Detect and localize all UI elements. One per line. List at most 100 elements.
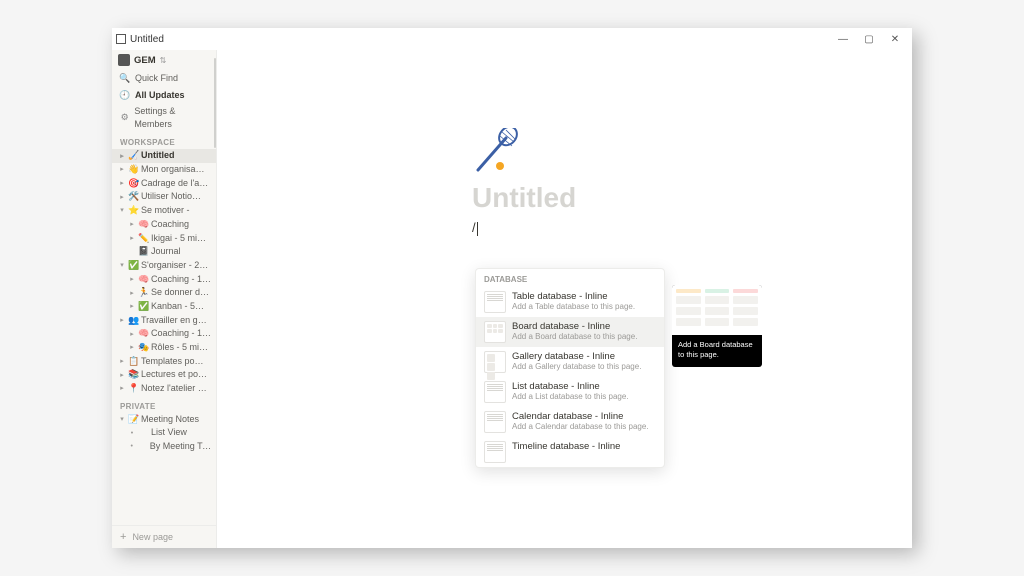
- maximize-button[interactable]: ▢: [856, 34, 882, 45]
- section-private: PRIVATE: [112, 396, 216, 413]
- titlebar: Untitled — ▢ ✕: [112, 28, 912, 50]
- menu-item-thumb: [484, 441, 506, 463]
- disclosure-triangle-icon[interactable]: ▸: [128, 234, 136, 243]
- sidebar-page-item[interactable]: ▾⭐Se motiver -: [112, 204, 216, 218]
- page-emoji-icon: 📓: [138, 246, 149, 258]
- sidebar-page-item[interactable]: 📓Journal: [112, 245, 216, 259]
- page-emoji-icon: ⭐: [128, 205, 139, 217]
- page-emoji-icon: 🧠: [138, 328, 149, 340]
- disclosure-triangle-icon[interactable]: ▸: [128, 330, 136, 339]
- new-page-button[interactable]: + New page: [112, 525, 216, 548]
- settings-members[interactable]: ⚙ Settings & Members: [112, 103, 216, 132]
- page-icon-lacrosse[interactable]: [472, 128, 520, 176]
- disclosure-triangle-icon[interactable]: ▸: [128, 302, 136, 311]
- preview-tooltip-text: Add a Board database to this page.: [672, 335, 762, 367]
- slash-menu-item[interactable]: Calendar database - InlineAdd a Calendar…: [476, 407, 664, 437]
- disclosure-triangle-icon[interactable]: ▸: [118, 165, 126, 174]
- app-window: Untitled — ▢ ✕ GEM ⇅ 🔍 Quick Find 🕘 All …: [112, 28, 912, 548]
- sidebar-page-item[interactable]: ▸📍Notez l'atelier …: [112, 382, 216, 396]
- page-emoji-icon: 📝: [128, 414, 139, 426]
- sidebar-page-item[interactable]: ▸🏃Se donner d…: [112, 286, 216, 300]
- disclosure-triangle-icon[interactable]: ▸: [128, 275, 136, 284]
- disclosure-triangle-icon[interactable]: ▾: [118, 206, 126, 215]
- sidebar-page-item[interactable]: ▸📚Lectures et po…: [112, 368, 216, 382]
- page-emoji-icon: 📋: [128, 356, 139, 368]
- disclosure-triangle-icon[interactable]: ▸: [118, 152, 126, 161]
- page-label: Coaching - 1…: [151, 328, 211, 340]
- sidebar-page-item[interactable]: ▾📝Meeting Notes: [112, 413, 216, 427]
- slash-menu-header: DATABASE: [476, 269, 664, 287]
- sidebar-page-item[interactable]: ▸🎯Cadrage de l'a…: [112, 177, 216, 191]
- sidebar-page-item[interactable]: ▸✅Kanban - 5…: [112, 300, 216, 314]
- plus-icon: +: [120, 531, 126, 543]
- all-updates[interactable]: 🕘 All Updates: [112, 87, 216, 104]
- disclosure-triangle-icon[interactable]: ▸: [128, 289, 136, 298]
- page-label: Travailler en g…: [141, 315, 207, 327]
- slash-menu-item[interactable]: Board database - InlineAdd a Board datab…: [476, 317, 664, 347]
- disclosure-triangle-icon[interactable]: ▸: [118, 371, 126, 380]
- disclosure-triangle-icon[interactable]: ▾: [118, 415, 126, 424]
- workspace-switcher[interactable]: GEM ⇅: [112, 50, 216, 70]
- disclosure-triangle-icon[interactable]: •: [128, 442, 135, 451]
- slash-menu-item[interactable]: Gallery database - InlineAdd a Gallery d…: [476, 347, 664, 377]
- disclosure-triangle-icon[interactable]: ▸: [118, 179, 126, 188]
- page-title[interactable]: Untitled: [472, 182, 912, 214]
- workspace-tree: ▸🏑Untitled▸👋Mon organisa…▸🎯Cadrage de l'…: [112, 149, 216, 395]
- sidebar-page-item[interactable]: •By Meeting Type: [112, 440, 216, 454]
- disclosure-triangle-icon[interactable]: ▸: [128, 220, 136, 229]
- disclosure-triangle-icon[interactable]: ▸: [128, 343, 136, 352]
- sidebar-page-item[interactable]: ▸🧠Coaching: [112, 218, 216, 232]
- menu-item-title: Table database - Inline: [512, 291, 635, 302]
- sidebar-page-item[interactable]: ▾✅S'organiser - 2…: [112, 259, 216, 273]
- sidebar-page-item[interactable]: ▸🧠Coaching - 1…: [112, 273, 216, 287]
- sidebar-page-item[interactable]: ▸👋Mon organisa…: [112, 163, 216, 177]
- minimize-button[interactable]: —: [830, 34, 856, 45]
- slash-menu-item[interactable]: List database - InlineAdd a List databas…: [476, 377, 664, 407]
- page-label: Templates po…: [141, 356, 204, 368]
- text-cursor: [477, 222, 478, 236]
- chevron-updown-icon: ⇅: [160, 56, 167, 65]
- disclosure-triangle-icon[interactable]: ▸: [118, 316, 126, 325]
- menu-item-desc: Add a Board database to this page.: [512, 332, 637, 342]
- disclosure-triangle-icon[interactable]: ▾: [118, 261, 126, 270]
- quick-find[interactable]: 🔍 Quick Find: [112, 70, 216, 87]
- page-label: Utiliser Notio…: [141, 191, 201, 203]
- disclosure-triangle-icon[interactable]: ▸: [118, 193, 126, 202]
- page-emoji-icon: 🏑: [128, 150, 139, 162]
- window-title: Untitled: [130, 34, 164, 45]
- sidebar-page-item[interactable]: ▸🛠️Utiliser Notio…: [112, 190, 216, 204]
- page-label: Coaching: [151, 219, 189, 231]
- sidebar-page-item[interactable]: ▸🎭Rôles - 5 mi…: [112, 341, 216, 355]
- sidebar-page-item[interactable]: ▸📋Templates po…: [112, 355, 216, 369]
- disclosure-triangle-icon[interactable]: •: [128, 429, 136, 438]
- settings-label: Settings & Members: [134, 105, 210, 130]
- sidebar-page-item[interactable]: ▸👥Travailler en g…: [112, 314, 216, 328]
- disclosure-triangle-icon[interactable]: ▸: [118, 384, 126, 393]
- page-label: Untitled: [141, 150, 175, 162]
- menu-item-thumb: [484, 381, 506, 403]
- slash-menu-item[interactable]: Table database - InlineAdd a Table datab…: [476, 287, 664, 317]
- page-label: Coaching - 1…: [151, 274, 211, 286]
- menu-item-desc: Add a Gallery database to this page.: [512, 362, 641, 372]
- page-body-input[interactable]: /: [472, 220, 912, 236]
- workspace-name: GEM: [134, 55, 156, 66]
- page-emoji-icon: 🎭: [138, 342, 149, 354]
- menu-item-title: Board database - Inline: [512, 321, 637, 332]
- page-emoji-icon: 🛠️: [128, 191, 139, 203]
- page-label: Kanban - 5…: [151, 301, 204, 313]
- sidebar-page-item[interactable]: ▸🏑Untitled: [112, 149, 216, 163]
- menu-item-desc: Add a Calendar database to this page.: [512, 422, 649, 432]
- page-label: Cadrage de l'a…: [141, 178, 208, 190]
- page-main: Untitled / DATABASE Table database - Inl…: [217, 50, 912, 548]
- sidebar-page-item[interactable]: •List View: [112, 426, 216, 440]
- close-button[interactable]: ✕: [882, 34, 908, 45]
- sidebar-page-item[interactable]: ▸🧠Coaching - 1…: [112, 327, 216, 341]
- slash-text: /: [472, 220, 476, 235]
- menu-item-title: Gallery database - Inline: [512, 351, 641, 362]
- disclosure-triangle-icon[interactable]: ▸: [118, 357, 126, 366]
- menu-item-desc: Add a Table database to this page.: [512, 302, 635, 312]
- sidebar-page-item[interactable]: ▸✏️Ikigai - 5 mi…: [112, 232, 216, 246]
- page-label: Lectures et po…: [141, 369, 207, 381]
- gear-icon: ⚙: [120, 113, 129, 123]
- slash-menu-item[interactable]: Timeline database - Inline: [476, 437, 664, 467]
